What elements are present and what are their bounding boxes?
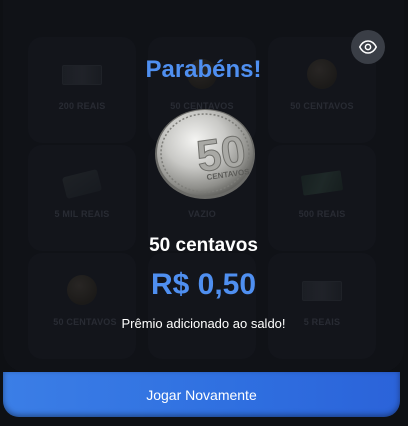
result-title: Parabéns! <box>145 56 262 83</box>
eye-icon <box>359 40 377 54</box>
play-again-button[interactable]: Jogar Novamente <box>3 372 400 417</box>
prize-name: 50 centavos <box>149 235 258 256</box>
prize-message: Prêmio adicionado ao saldo! <box>121 316 286 331</box>
prize-coin-image: 50 CENTAVOS <box>153 108 257 200</box>
game-screen: 200 REAIS 50 CENTAVOS 50 CENTAVOS 5 MIL … <box>0 0 408 426</box>
scratch-card-panel: 200 REAIS 50 CENTAVOS 50 CENTAVOS 5 MIL … <box>3 0 404 372</box>
prize-value: R$ 0,50 <box>150 268 257 301</box>
